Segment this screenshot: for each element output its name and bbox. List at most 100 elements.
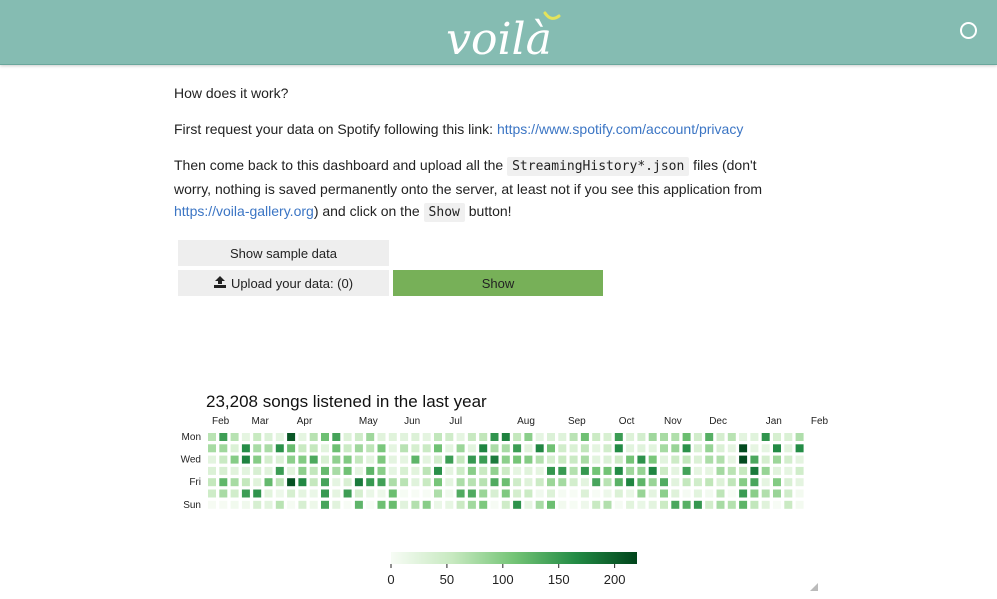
heatmap-cell: [275, 433, 284, 441]
heatmap-cell: [501, 455, 510, 464]
heatmap-cell: [321, 489, 329, 498]
heatmap-cell: [580, 444, 589, 453]
heatmap-cell: [321, 455, 329, 464]
heatmap-cell: [637, 500, 646, 509]
heatmap-cell: [580, 455, 589, 464]
heatmap-cell: [682, 489, 691, 498]
heatmap-cell: [467, 466, 476, 475]
theme-toggle-icon[interactable]: [960, 22, 977, 39]
heatmap-cell: [603, 433, 612, 441]
month-label: Jul: [449, 416, 462, 427]
heatmap-cell: [366, 489, 375, 498]
heatmap-cell: [354, 455, 363, 464]
upload-data-button[interactable]: Upload your data: (0): [178, 270, 389, 296]
day-label: Mon: [182, 432, 201, 443]
heatmap-cell: [354, 466, 363, 475]
heatmap-cell: [750, 433, 759, 441]
heatmap-cell: [434, 466, 442, 475]
heatmap-cell: [467, 433, 476, 441]
heatmap-cell: [784, 433, 793, 441]
heatmap-cell: [445, 433, 454, 441]
heatmap-cell: [716, 433, 725, 441]
resize-handle[interactable]: [810, 583, 818, 591]
heatmap-cell: [479, 500, 488, 509]
heatmap-cell: [377, 444, 386, 453]
heatmap-cell: [614, 500, 623, 509]
heatmap-cell: [648, 466, 657, 475]
upload-icon: [213, 275, 226, 291]
heatmap-cell: [411, 455, 420, 464]
heatmap-cell: [479, 466, 488, 475]
heatmap-cell: [637, 433, 646, 441]
heatmap-cell: [434, 444, 442, 453]
heatmap-cell: [411, 433, 420, 441]
heatmap-cell: [761, 455, 770, 464]
heatmap-cell: [773, 478, 781, 487]
heatmap-cell: [761, 489, 770, 498]
show-code: Show: [423, 203, 465, 222]
heatmap-cell: [637, 466, 646, 475]
heatmap-cell: [219, 433, 228, 441]
heatmap-cell: [411, 444, 420, 453]
step2-paragraph: Then come back to this dashboard and upl…: [174, 157, 763, 222]
heatmap-cell: [309, 489, 318, 498]
spotify-privacy-link[interactable]: https://www.spotify.com/account/privacy: [497, 121, 743, 137]
heatmap-cell: [592, 500, 601, 509]
heatmap-cell: [784, 500, 793, 509]
heatmap-cell: [795, 455, 804, 464]
heatmap-cell: [230, 444, 239, 453]
heatmap-cell: [580, 466, 589, 475]
heatmap-cell: [750, 444, 759, 453]
heatmap-cell: [614, 444, 623, 453]
heatmap-cell: [287, 466, 296, 475]
heatmap-cell: [377, 433, 386, 441]
heatmap-cell: [253, 500, 262, 509]
heatmap-cell: [354, 433, 363, 441]
heatmap-cell: [366, 466, 375, 475]
heatmap-cell: [660, 500, 668, 509]
heatmap-cell: [434, 489, 442, 498]
heatmap-cell: [400, 478, 409, 487]
heatmap-cell: [354, 444, 363, 453]
voila-gallery-link[interactable]: https://voila-gallery.org: [174, 203, 314, 219]
heatmap-cell: [705, 478, 714, 487]
heatmap-cell: [321, 466, 329, 475]
heatmap-cell: [422, 444, 431, 453]
heatmap-cell: [795, 466, 804, 475]
heatmap-cell: [501, 500, 510, 509]
heatmap-cell: [377, 466, 386, 475]
heatmap-cell: [513, 489, 522, 498]
heatmap-cell: [524, 444, 533, 453]
heatmap-cell: [400, 455, 409, 464]
heatmap-cell: [377, 455, 386, 464]
heatmap-cell: [332, 466, 341, 475]
heatmap-cell: [388, 478, 397, 487]
heatmap-cell: [547, 433, 555, 441]
heatmap-cell: [682, 478, 691, 487]
heatmap-cell: [298, 478, 307, 487]
show-sample-data-button[interactable]: Show sample data: [178, 240, 389, 266]
heatmap-cell: [377, 489, 386, 498]
heatmap-cell: [287, 444, 296, 453]
colorbar-tick-label: 150: [548, 572, 570, 587]
heatmap-cell: [784, 444, 793, 453]
heatmap-cell: [490, 444, 499, 453]
heatmap-cell: [795, 444, 804, 453]
heatmap-cell: [388, 489, 397, 498]
heatmap-cell: [309, 500, 318, 509]
show-button[interactable]: Show: [393, 270, 603, 296]
heatmap-cell: [400, 500, 409, 509]
instructions: How does it work? First request your dat…: [174, 82, 794, 238]
heatmap-cell: [671, 478, 680, 487]
heatmap-cell: [287, 433, 296, 441]
heatmap-cell: [682, 455, 691, 464]
heatmap-cell: [230, 455, 239, 464]
heatmap-cell: [603, 466, 612, 475]
heatmap-cell: [614, 478, 623, 487]
heatmap-cell: [388, 444, 397, 453]
heatmap-cell: [400, 466, 409, 475]
colorbar-tick-label: 100: [492, 572, 514, 587]
heatmap-cell: [558, 433, 567, 441]
heatmap-cell: [467, 489, 476, 498]
heatmap-cell: [388, 500, 397, 509]
